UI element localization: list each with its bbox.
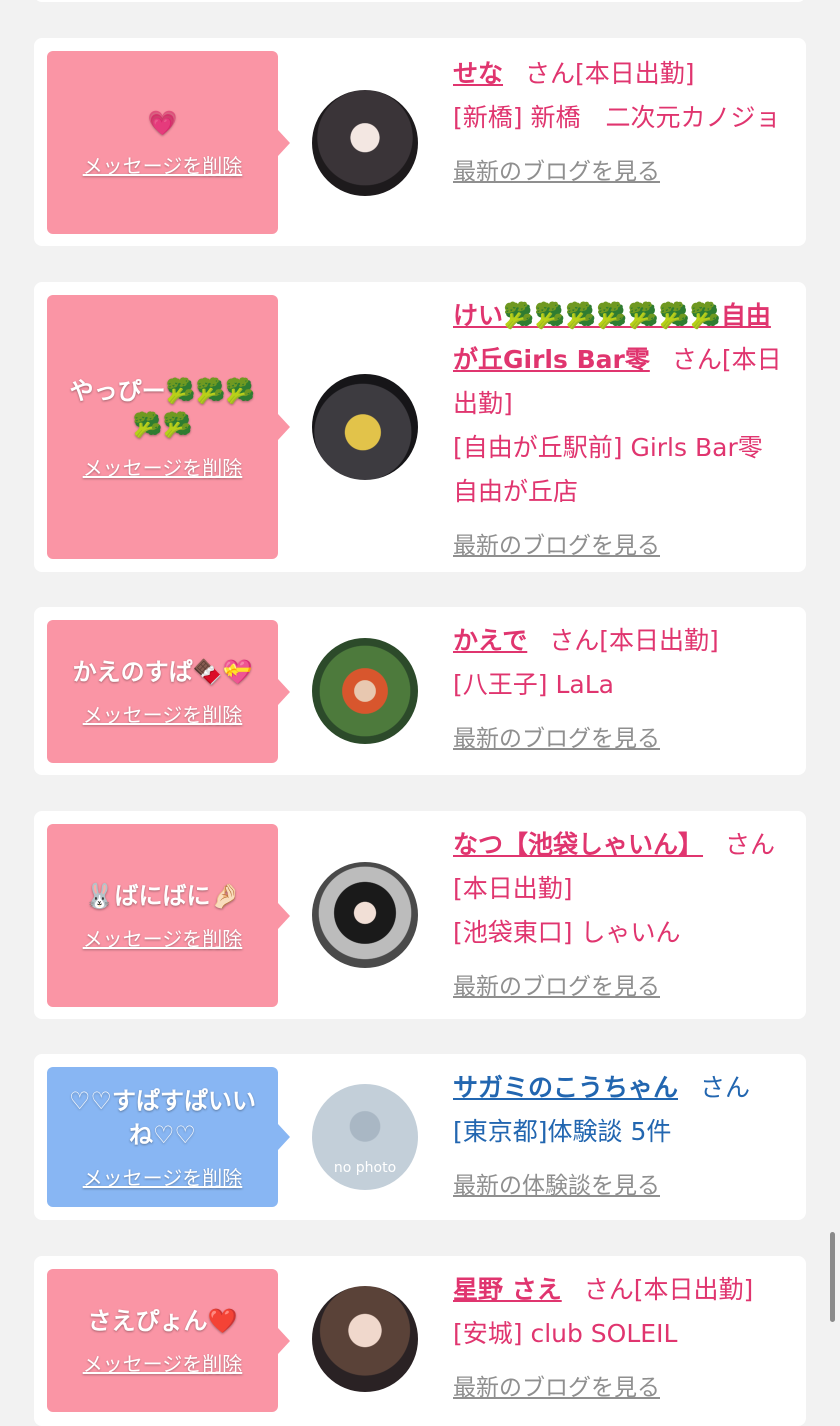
message-text: やっぴー🥦🥦🥦🥦🥦	[69, 376, 256, 439]
status-today: [本日出勤]	[633, 1275, 754, 1304]
delete-message-link[interactable]: メッセージを削除	[83, 452, 243, 481]
avatar[interactable]	[312, 1286, 418, 1392]
delete-message-link[interactable]: メッセージを削除	[83, 150, 243, 179]
avatar[interactable]	[312, 90, 418, 196]
message-card: やっぴー🥦🥦🥦🥦🥦 メッセージを削除 けい🥦🥦🥦🥦🥦🥦🥦自由が丘Girls Ba…	[34, 282, 806, 572]
honorific: さん	[583, 1275, 634, 1304]
shop-location: [安城] club SOLEIL	[453, 1319, 678, 1348]
message-bubble: かえのすぱ🍫💝 メッセージを削除	[47, 620, 290, 763]
profile-info: 星野 さえ さん[本日出勤] [安城] club SOLEIL 最新のブログを見る	[453, 1268, 793, 1410]
message-bubble: 🐰ばにばに🤌🏻 メッセージを削除	[47, 824, 290, 1007]
delete-message-link[interactable]: メッセージを削除	[83, 923, 243, 952]
avatar[interactable]	[312, 374, 418, 480]
avatar[interactable]: no photo	[312, 1084, 418, 1190]
latest-review-link[interactable]: 最新の体験談を見る	[453, 1164, 793, 1208]
message-bubble: さえぴょん❤️ メッセージを削除	[47, 1269, 290, 1412]
avatar[interactable]	[312, 638, 418, 744]
status-today: [本日出勤]	[599, 626, 719, 655]
honorific: さん	[525, 59, 576, 88]
girl-name-link[interactable]: せな	[453, 59, 503, 88]
delete-message-link[interactable]: メッセージを削除	[83, 699, 243, 728]
message-bubble: やっぴー🥦🥦🥦🥦🥦 メッセージを削除	[47, 295, 290, 559]
profile-info: せな さん[本日出勤] [新橋] 新橋 二次元カノジョ 最新のブログを見る	[453, 52, 793, 194]
delete-message-link[interactable]: メッセージを削除	[83, 1162, 243, 1191]
profile-info: サガミのこうちゃん さん [東京都]体験談 5件 最新の体験談を見る	[453, 1066, 793, 1208]
honorific: さん	[700, 1073, 751, 1102]
honorific: さん	[549, 626, 600, 655]
shop-location: [池袋東口] しゃいん	[453, 918, 681, 947]
latest-blog-link[interactable]: 最新のブログを見る	[453, 717, 793, 761]
delete-message-link[interactable]: メッセージを削除	[83, 1348, 243, 1377]
message-bubble: 💗 メッセージを削除	[47, 51, 290, 234]
honorific: さん	[671, 345, 722, 374]
honorific: さん	[725, 830, 776, 859]
message-text: かえのすぱ🍫💝	[72, 658, 253, 686]
message-card: さえぴょん❤️ メッセージを削除 星野 さえ さん[本日出勤] [安城] club…	[34, 1256, 806, 1426]
status-today: [本日出勤]	[453, 874, 573, 903]
reviewer-name-link[interactable]: サガミのこうちゃん	[453, 1073, 678, 1102]
shop-location: [新橋] 新橋 二次元カノジョ	[453, 103, 781, 132]
scrollbar[interactable]	[830, 1232, 835, 1322]
message-text: 💗	[147, 109, 178, 137]
message-card: 💗 メッセージを削除 せな さん[本日出勤] [新橋] 新橋 二次元カノジョ 最新…	[34, 38, 806, 246]
shop-location: [自由が丘駅前] Girls Bar零 自由が丘店	[453, 433, 788, 506]
review-count: [東京都]体験談 5件	[453, 1117, 672, 1146]
message-card: かえのすぱ🍫💝 メッセージを削除 かえで さん[本日出勤] [八王子] LaLa …	[34, 607, 806, 775]
message-text: さえぴょん❤️	[87, 1307, 238, 1335]
latest-blog-link[interactable]: 最新のブログを見る	[453, 1366, 793, 1410]
no-photo-label: no photo	[333, 1160, 397, 1176]
latest-blog-link[interactable]: 最新のブログを見る	[453, 524, 793, 568]
message-bubble: ♡♡すぱすぱいいね♡♡ メッセージを削除	[47, 1067, 290, 1207]
message-text: ♡♡すぱすぱいいね♡♡	[68, 1086, 257, 1149]
girl-name-link[interactable]: かえで	[453, 626, 527, 655]
profile-info: かえで さん[本日出勤] [八王子] LaLa 最新のブログを見る	[453, 619, 793, 761]
profile-info: なつ【池袋しゃいん】 さん [本日出勤] [池袋東口] しゃいん 最新のブログを見る	[453, 823, 793, 1009]
avatar[interactable]	[312, 862, 418, 968]
message-text: 🐰ばにばに🤌🏻	[84, 882, 241, 910]
message-card: 🐰ばにばに🤌🏻 メッセージを削除 なつ【池袋しゃいん】 さん [本日出勤] [池袋東…	[34, 811, 806, 1019]
profile-info: けい🥦🥦🥦🥦🥦🥦🥦自由が丘Girls Bar零 さん[本日出勤] [自由が丘駅前]…	[453, 294, 793, 568]
message-card: ♡♡すぱすぱいいね♡♡ メッセージを削除 no photo サガミのこうちゃんさ…	[34, 1054, 806, 1220]
latest-blog-link[interactable]: 最新のブログを見る	[453, 965, 793, 1009]
previous-card-edge	[34, 0, 806, 2]
latest-blog-link[interactable]: 最新のブログを見る	[453, 150, 793, 194]
girl-name-link[interactable]: なつ【池袋しゃいん】	[453, 830, 703, 859]
girl-name-link[interactable]: 星野 さえ	[453, 1275, 562, 1304]
shop-location: [八王子] LaLa	[453, 670, 614, 699]
status-today: [本日出勤]	[575, 59, 695, 88]
